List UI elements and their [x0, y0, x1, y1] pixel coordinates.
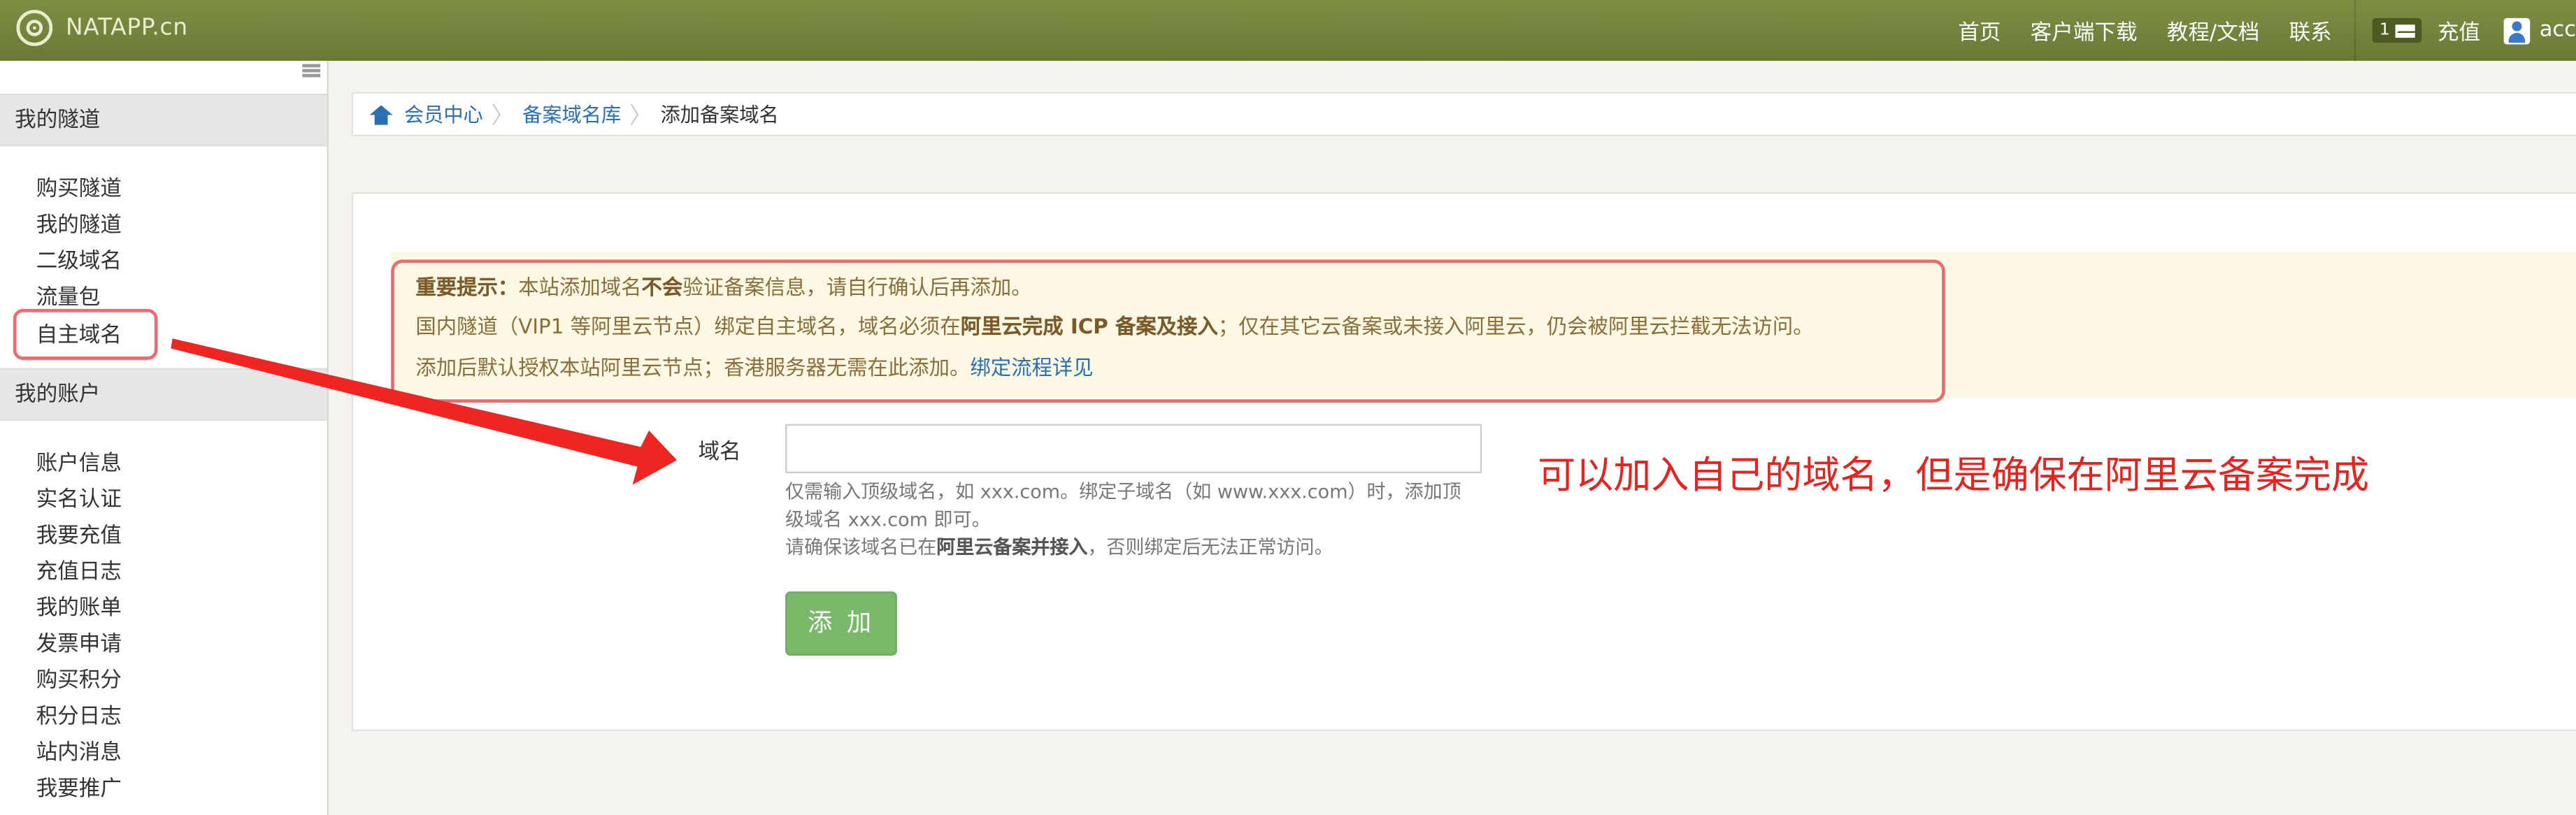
- nav-docs[interactable]: 教程/文档: [2167, 15, 2259, 46]
- breadcrumb-member-center[interactable]: 会员中心: [404, 100, 483, 128]
- sidebar-item-buy-points[interactable]: 购买积分: [36, 662, 122, 693]
- sidebar-collapse-icon[interactable]: [302, 64, 321, 78]
- sidebar-item-messages[interactable]: 站内消息: [36, 735, 122, 765]
- brand-name: NATAPP.cn: [65, 15, 188, 41]
- sidebar-item-bills[interactable]: 我的账单: [36, 590, 122, 621]
- page: NATAPP.cn 首页 客户端下载 教程/文档 联系 1 充值 acc 我的隧…: [0, 0, 2576, 815]
- breadcrumb-separator: 〉: [629, 102, 652, 129]
- alert-highlight: [391, 259, 1945, 403]
- help-text: ，否则绑定后无法正常访问。: [1087, 535, 1333, 559]
- domain-input[interactable]: [785, 424, 1482, 474]
- sidebar-item-recharge[interactable]: 我要充值: [36, 518, 122, 549]
- messages-button[interactable]: 1: [2373, 17, 2421, 43]
- nav-divider: [2354, 0, 2356, 61]
- nav-contact[interactable]: 联系: [2289, 15, 2332, 46]
- help-text-1: 仅需输入顶级域名，如 xxx.com。绑定子域名（如 www.xxx.com）时…: [785, 479, 1461, 503]
- domain-label: 域名: [698, 440, 741, 466]
- nav-client-download[interactable]: 客户端下载: [2031, 15, 2138, 46]
- sidebar-item-verification[interactable]: 实名认证: [36, 482, 122, 512]
- sidebar-item-subdomain[interactable]: 二级域名: [36, 243, 122, 274]
- add-button[interactable]: 添 加: [785, 591, 897, 656]
- top-nav: 首页 客户端下载 教程/文档 联系 1 充值 acc: [1929, 0, 2576, 61]
- annotation-text: 可以加入自己的域名，但是确保在阿里云备案完成: [1538, 455, 2369, 498]
- sidebar-item-referral[interactable]: 我要推广: [36, 771, 122, 802]
- sidebar-item-my-tunnels[interactable]: 我的隧道: [36, 207, 122, 238]
- help-text: 请确保该域名已在: [785, 535, 937, 559]
- help-text-2: 级域名 xxx.com 即可。: [785, 507, 991, 531]
- sidebar-item-buy-tunnel[interactable]: 购买隧道: [36, 171, 122, 202]
- recharge-link[interactable]: 充值: [2438, 15, 2480, 46]
- top-navbar: NATAPP.cn 首页 客户端下载 教程/文档 联系 1 充值 acc: [0, 0, 2576, 61]
- sidebar-section-account: 我的账户: [0, 368, 327, 421]
- breadcrumb: 会员中心 〉 备案域名库 〉 添加备案域名: [351, 92, 2576, 137]
- help-emphasis: 阿里云备案并接入: [936, 535, 1088, 559]
- logo-icon: [16, 10, 53, 46]
- user-name: acc: [2539, 17, 2576, 43]
- sidebar-item-account-info[interactable]: 账户信息: [36, 445, 122, 476]
- mail-icon: [2394, 24, 2415, 37]
- help-text-3: 请确保该域名已在阿里云备案并接入，否则绑定后无法正常访问。: [785, 534, 1333, 561]
- home-icon[interactable]: [369, 104, 393, 124]
- user-icon: [2503, 17, 2530, 44]
- sidebar-item-traffic-pack[interactable]: 流量包: [36, 280, 101, 310]
- sidebar-item-recharge-log[interactable]: 充值日志: [36, 554, 122, 585]
- breadcrumb-current: 添加备案域名: [660, 103, 779, 127]
- sidebar-item-invoice[interactable]: 发票申请: [36, 626, 122, 657]
- user-menu[interactable]: acc: [2503, 17, 2576, 44]
- message-count: 1: [2379, 21, 2390, 40]
- breadcrumb-separator: 〉: [491, 102, 515, 129]
- breadcrumb-domain-library[interactable]: 备案域名库: [522, 100, 621, 128]
- sidebar-item-points-log[interactable]: 积分日志: [36, 698, 122, 729]
- nav-home[interactable]: 首页: [1958, 15, 2001, 46]
- logo[interactable]: NATAPP.cn: [16, 10, 187, 46]
- sidebar-section-tunnels: 我的隧道: [0, 93, 327, 147]
- custom-domain-highlight: [13, 308, 158, 360]
